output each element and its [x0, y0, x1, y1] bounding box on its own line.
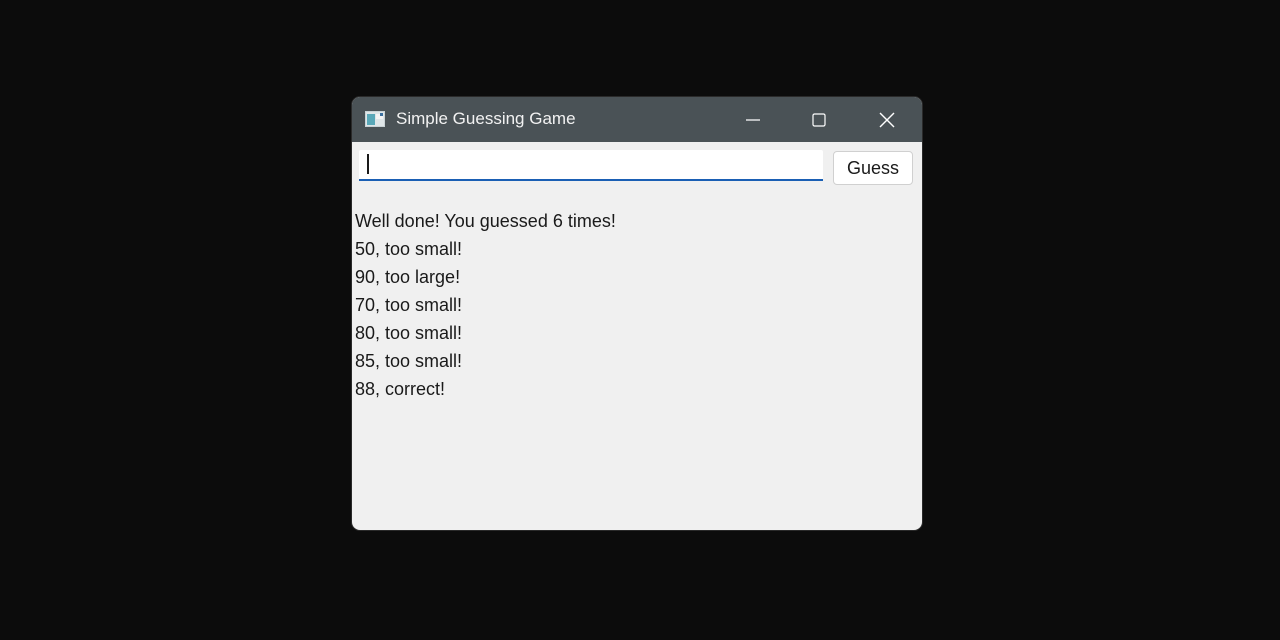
log-line: 70, too small!	[355, 295, 463, 315]
window-app-icon	[365, 111, 385, 127]
close-icon	[879, 112, 895, 127]
guess-button[interactable]: Guess	[833, 151, 913, 185]
log-line: 88, correct!	[355, 379, 446, 399]
text-caret	[367, 154, 369, 174]
title-bar[interactable]: Simple Guessing Game	[352, 97, 922, 142]
minimize-button[interactable]	[730, 97, 776, 142]
guess-input[interactable]	[359, 150, 823, 181]
log-line: 85, too small!	[355, 351, 463, 371]
log-line: 50, too small!	[355, 239, 463, 259]
maximize-icon	[812, 112, 826, 127]
minimize-icon	[746, 118, 760, 121]
guess-log: Well done! You guessed 6 times! 50, too …	[355, 207, 616, 403]
result-message: Well done! You guessed 6 times!	[355, 211, 616, 231]
guessing-game-window: Simple Guessing Game Guess Well done! Yo…	[352, 97, 922, 530]
close-button[interactable]	[864, 97, 910, 142]
maximize-button[interactable]	[796, 97, 842, 142]
window-title: Simple Guessing Game	[396, 109, 576, 128]
log-line: 80, too small!	[355, 323, 463, 343]
log-line: 90, too large!	[355, 267, 461, 287]
